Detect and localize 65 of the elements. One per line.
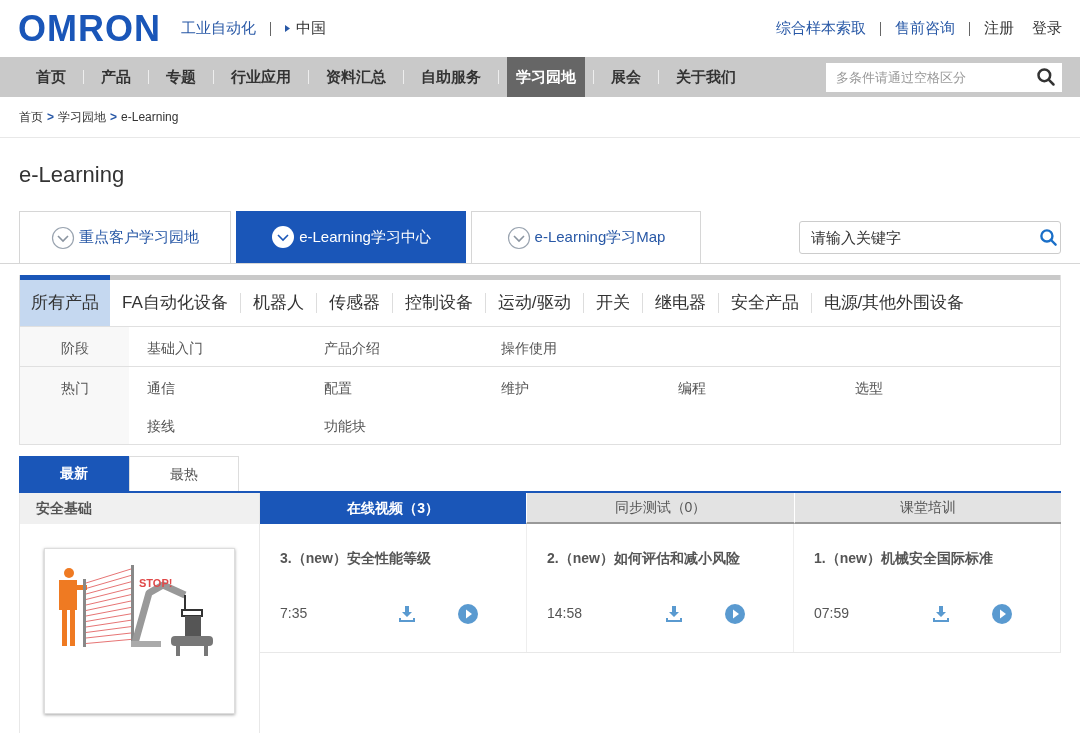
nav-item[interactable]: 学习园地 (507, 57, 585, 97)
download-icon[interactable] (665, 604, 683, 623)
filter-option[interactable]: 通信 (147, 378, 175, 398)
content-tab[interactable]: 在线视频（3） (260, 493, 527, 524)
play-icon[interactable] (725, 603, 745, 624)
nav-item[interactable]: 关于我们 (667, 57, 745, 97)
nav-item[interactable]: 自助服务 (412, 57, 490, 97)
header-link[interactable]: 售前咨询 (895, 17, 955, 40)
download-icon[interactable] (932, 604, 950, 623)
nav-item[interactable]: 展会 (602, 57, 650, 97)
filter-option[interactable]: 维护 (501, 378, 529, 398)
breadcrumb-current: e-Learning (121, 109, 179, 126)
page-title: e-Learning (19, 161, 125, 189)
region-link[interactable]: 中国 (296, 17, 326, 40)
filter-option[interactable]: 操作使用 (501, 338, 557, 358)
video-duration: 7:35 (280, 604, 309, 623)
chevron-circle-icon (51, 225, 75, 250)
play-icon[interactable] (458, 603, 478, 624)
filter-option[interactable]: 选型 (855, 378, 883, 398)
sort-tab[interactable]: 最热 (129, 456, 239, 491)
video-duration: 14:58 (547, 604, 584, 623)
filter-option[interactable]: 基础入门 (147, 338, 203, 358)
breadcrumb-link[interactable]: 学习园地 (58, 108, 106, 126)
nav-item[interactable]: 资料汇总 (317, 57, 395, 97)
nav-item[interactable]: 首页 (27, 57, 75, 97)
stop-sign-text: STOP! (138, 577, 172, 589)
topic-image-card[interactable]: STOP! (44, 548, 235, 714)
section-tab[interactable]: 重点客户学习园地 (19, 211, 231, 263)
site-name-link[interactable]: 工业自动化 (181, 17, 256, 40)
sort-tab[interactable]: 最新 (19, 456, 129, 491)
search-icon[interactable] (1036, 66, 1056, 87)
header-link[interactable]: 登录 (1032, 17, 1062, 40)
video-duration: 07:59 (814, 604, 851, 623)
caret-right-icon (285, 25, 290, 32)
nav-item[interactable]: 产品 (92, 57, 140, 97)
video-title-link[interactable]: 1.（new）机械安全国际标准 (814, 548, 1040, 569)
brand-logo[interactable]: OMRON (18, 10, 161, 47)
nav-item[interactable]: 行业应用 (222, 57, 300, 97)
filter-option[interactable]: 接线 (147, 416, 175, 436)
header-link[interactable]: 注册 (984, 17, 1014, 40)
play-icon[interactable] (992, 603, 1012, 624)
section-tab[interactable]: e-Learning学习Map (471, 211, 701, 263)
header-link[interactable]: 综合样本索取 (776, 17, 866, 40)
content-tab[interactable]: 课堂培训 (793, 493, 1061, 524)
content-tab[interactable]: 同步测试（0） (526, 493, 794, 524)
chevron-circle-icon (506, 225, 531, 250)
filter-option[interactable]: 功能块 (324, 416, 366, 436)
category-tab[interactable]: 所有产品 (20, 275, 110, 326)
topic-header: 安全基础 (20, 493, 259, 524)
filter-label: 热门 (60, 379, 89, 398)
breadcrumb-separator: > (47, 109, 54, 126)
video-title-link[interactable]: 2.（new）如何评估和减小风险 (547, 548, 773, 569)
breadcrumb-link[interactable]: 首页 (19, 108, 43, 126)
filter-option[interactable]: 配置 (324, 378, 352, 398)
chevron-circle-icon (271, 225, 296, 249)
filter-option[interactable]: 编程 (678, 378, 706, 398)
site-search-field[interactable]: 多条件请通过空格区分 (826, 62, 1062, 92)
filter-option[interactable]: 产品介绍 (324, 338, 380, 358)
download-icon[interactable] (398, 604, 416, 623)
section-tab[interactable]: e-Learning学习中心 (236, 211, 466, 263)
breadcrumb-separator: > (110, 109, 118, 126)
video-title-link[interactable]: 3.（new）安全性能等级 (280, 548, 506, 569)
filter-label: 阶段 (60, 339, 89, 358)
nav-item[interactable]: 专题 (157, 57, 205, 97)
keyword-search-field[interactable]: 请输入关键字 (799, 221, 1061, 254)
